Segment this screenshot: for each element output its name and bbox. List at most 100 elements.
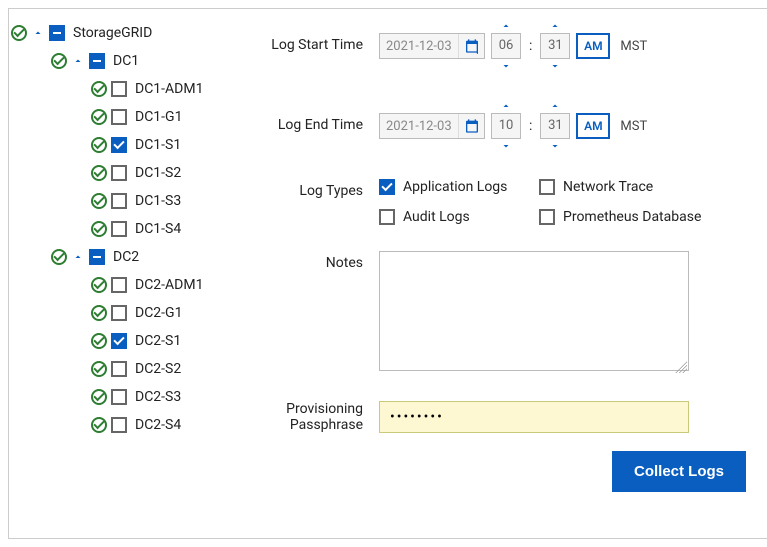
checkbox-node[interactable] xyxy=(111,361,127,377)
collapse-icon[interactable] xyxy=(31,26,45,40)
checkbox-dc1[interactable] xyxy=(89,53,105,69)
start-ampm-toggle[interactable]: AM xyxy=(576,33,610,59)
node-label: DC1-S3 xyxy=(135,193,181,209)
log-start-time-label: Log Start Time xyxy=(249,19,379,53)
checkbox-dc2[interactable] xyxy=(89,249,105,265)
status-ok-icon xyxy=(91,81,107,97)
node-label: DC2-G1 xyxy=(135,305,182,321)
notes-textarea[interactable] xyxy=(379,251,689,371)
node-label: DC1-S1 xyxy=(135,137,181,153)
calendar-icon[interactable] xyxy=(458,34,484,58)
end-minute[interactable]: 31 xyxy=(540,113,570,139)
checkbox-node[interactable] xyxy=(111,193,127,209)
checkbox-node[interactable] xyxy=(111,165,127,181)
status-ok-icon xyxy=(91,305,107,321)
checkbox-node[interactable] xyxy=(111,417,127,433)
status-ok-icon xyxy=(91,193,107,209)
node-label: DC1-S2 xyxy=(135,165,181,181)
log-type-label: Network Trace xyxy=(563,179,653,195)
checkbox-network-trace[interactable] xyxy=(539,179,555,195)
log-type-label: Audit Logs xyxy=(403,209,470,225)
hour-up-icon[interactable] xyxy=(499,19,513,33)
tree-node: DC2-G1 xyxy=(11,299,245,327)
log-type-label: Prometheus Database xyxy=(563,209,701,225)
tree-node: DC2-S1 xyxy=(11,327,245,355)
status-ok-icon xyxy=(51,53,67,69)
tree-node: DC1-S4 xyxy=(11,215,245,243)
minute-up-icon[interactable] xyxy=(548,19,562,33)
checkbox-node[interactable] xyxy=(111,277,127,293)
checkbox-storagegrid[interactable] xyxy=(49,25,65,41)
status-ok-icon xyxy=(91,137,107,153)
node-label: DC1-ADM1 xyxy=(135,81,203,97)
tree-node: DC1-G1 xyxy=(11,103,245,131)
passphrase-input[interactable] xyxy=(379,401,689,433)
time-colon: : xyxy=(527,118,534,134)
checkbox-node[interactable] xyxy=(111,389,127,405)
checkbox-node[interactable] xyxy=(111,137,127,153)
status-ok-icon xyxy=(11,25,27,41)
minute-up-icon[interactable] xyxy=(548,99,562,113)
log-type-audit[interactable]: Audit Logs xyxy=(379,209,539,225)
start-date-input[interactable]: 2021-12-03 xyxy=(379,33,485,59)
node-label: DC2-S3 xyxy=(135,389,181,405)
tree-node: DC1-ADM1 xyxy=(11,75,245,103)
tree-node: DC2-S2 xyxy=(11,355,245,383)
log-types-label: Log Types xyxy=(249,179,379,199)
checkbox-audit-logs[interactable] xyxy=(379,209,395,225)
checkbox-prometheus[interactable] xyxy=(539,209,555,225)
node-label: StorageGRID xyxy=(73,25,152,41)
log-type-label: Application Logs xyxy=(403,179,507,195)
end-hour[interactable]: 10 xyxy=(491,113,521,139)
node-label: DC2-S1 xyxy=(135,333,181,349)
start-timezone: MST xyxy=(620,39,647,54)
calendar-icon[interactable] xyxy=(458,114,484,138)
status-ok-icon xyxy=(91,165,107,181)
node-label: DC1-S4 xyxy=(135,221,181,237)
tree-node: DC2-S4 xyxy=(11,411,245,439)
node-label: DC2-ADM1 xyxy=(135,277,203,293)
end-date-input[interactable]: 2021-12-03 xyxy=(379,113,485,139)
tree-node-dc1: DC1 xyxy=(11,47,245,75)
tree-node-dc2: DC2 xyxy=(11,243,245,271)
log-form: Log Start Time 2021-12-03 06 : xyxy=(249,9,767,538)
checkbox-node[interactable] xyxy=(111,305,127,321)
end-date-text: 2021-12-03 xyxy=(380,119,458,134)
checkbox-node[interactable] xyxy=(111,333,127,349)
end-ampm-toggle[interactable]: AM xyxy=(576,113,610,139)
status-ok-icon xyxy=(91,333,107,349)
collect-logs-button[interactable]: Collect Logs xyxy=(612,451,746,492)
collapse-icon[interactable] xyxy=(71,250,85,264)
log-end-time-picker: 2021-12-03 10 : 31 xyxy=(379,99,760,153)
checkbox-node[interactable] xyxy=(111,221,127,237)
minute-down-icon[interactable] xyxy=(548,139,562,153)
tree-node-storagegrid: StorageGRID xyxy=(11,19,245,47)
status-ok-icon xyxy=(91,109,107,125)
log-type-prometheus[interactable]: Prometheus Database xyxy=(539,209,719,225)
log-type-application[interactable]: Application Logs xyxy=(379,179,539,195)
start-hour[interactable]: 06 xyxy=(491,33,521,59)
minute-down-icon[interactable] xyxy=(548,59,562,73)
node-label: DC1 xyxy=(113,53,139,69)
hour-down-icon[interactable] xyxy=(499,59,513,73)
log-end-time-label: Log End Time xyxy=(249,99,379,133)
status-ok-icon xyxy=(91,221,107,237)
checkbox-application-logs[interactable] xyxy=(379,179,395,195)
checkbox-node[interactable] xyxy=(111,81,127,97)
node-tree: StorageGRID DC1 DC1-ADM1 DC1-G1 DC1-S1 DC1-… xyxy=(9,9,249,538)
log-type-network[interactable]: Network Trace xyxy=(539,179,719,195)
start-minute[interactable]: 31 xyxy=(540,33,570,59)
tree-node: DC2-S3 xyxy=(11,383,245,411)
passphrase-label: Provisioning Passphrase xyxy=(249,401,379,433)
node-label: DC2 xyxy=(113,249,139,265)
node-label: DC2-S2 xyxy=(135,361,181,377)
hour-down-icon[interactable] xyxy=(499,139,513,153)
hour-up-icon[interactable] xyxy=(499,99,513,113)
tree-node: DC1-S1 xyxy=(11,131,245,159)
notes-label: Notes xyxy=(249,251,379,271)
collapse-icon[interactable] xyxy=(71,54,85,68)
node-label: DC2-S4 xyxy=(135,417,181,433)
checkbox-node[interactable] xyxy=(111,109,127,125)
status-ok-icon xyxy=(91,417,107,433)
tree-node: DC1-S2 xyxy=(11,159,245,187)
